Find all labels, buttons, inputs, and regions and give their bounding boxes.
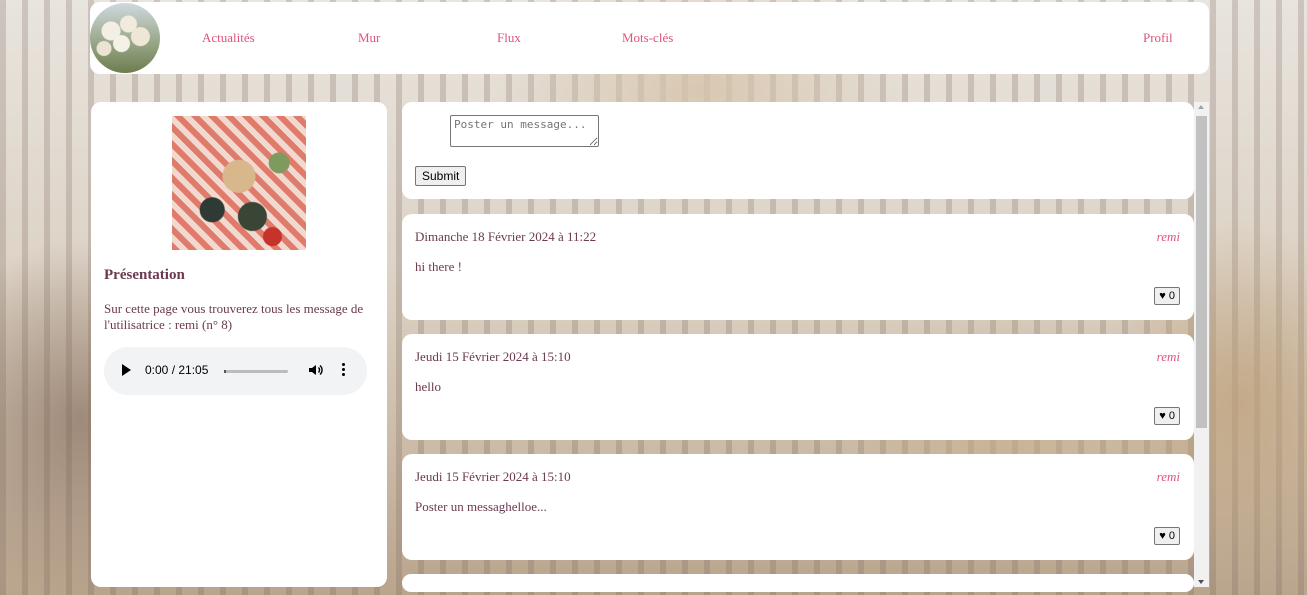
- message-textarea[interactable]: [450, 115, 599, 147]
- scroll-up-arrow-icon[interactable]: [1198, 105, 1204, 109]
- post-card: Jeudi 15 Février 2024 à 15:10 remi Poste…: [402, 454, 1194, 560]
- scroll-down-arrow-icon[interactable]: [1198, 580, 1204, 584]
- nav-link-profil[interactable]: Profil: [1143, 30, 1173, 46]
- nav-link-actualites[interactable]: Actualités: [202, 30, 255, 46]
- like-button[interactable]: ♥ 0: [1154, 527, 1180, 545]
- post-author-link[interactable]: remi: [1157, 349, 1180, 365]
- post-content: hello: [415, 379, 441, 394]
- submit-button[interactable]: Submit: [415, 166, 467, 186]
- presentation-title: Présentation: [104, 267, 185, 283]
- like-button[interactable]: ♥ 0: [1154, 287, 1180, 305]
- audio-progress-fill: [224, 370, 226, 373]
- logo-tulips-image[interactable]: [90, 3, 160, 73]
- post-composer: Submit: [402, 102, 1194, 199]
- user-cover-image: [172, 116, 306, 250]
- nav-link-flux[interactable]: Flux: [497, 30, 521, 46]
- more-options-icon[interactable]: [339, 361, 347, 379]
- post-author-link[interactable]: remi: [1157, 469, 1180, 485]
- post-card: Dimanche 18 Février 2024 à 11:22 remi hi…: [402, 214, 1194, 320]
- scrollbar-thumb[interactable]: [1196, 116, 1207, 428]
- post-content: hi there !: [415, 259, 462, 274]
- post-card-partial: [402, 574, 1194, 592]
- like-button[interactable]: ♥ 0: [1154, 407, 1180, 425]
- nav-link-mots-cles[interactable]: Mots-clés: [622, 30, 673, 46]
- post-card: Jeudi 15 Février 2024 à 15:10 remi hello…: [402, 334, 1194, 440]
- user-sidebar: Présentation Sur cette page vous trouver…: [91, 102, 387, 587]
- post-content: Poster un messaghelloe...: [415, 499, 547, 514]
- nav-link-mur[interactable]: Mur: [358, 30, 380, 46]
- volume-icon[interactable]: [308, 362, 324, 378]
- feed-scrollbar[interactable]: [1194, 102, 1209, 587]
- audio-progress-slider[interactable]: [224, 370, 288, 373]
- presentation-text: Sur cette page vous trouverez tous les m…: [104, 301, 364, 332]
- audio-time: 0:00 / 21:05: [145, 363, 209, 377]
- play-icon[interactable]: [122, 364, 131, 376]
- top-navbar: Actualités Mur Flux Mots-clés Profil: [90, 2, 1209, 74]
- post-date: Dimanche 18 Février 2024 à 11:22: [415, 229, 597, 244]
- audio-player: 0:00 / 21:05: [104, 347, 367, 395]
- post-author-link[interactable]: remi: [1157, 229, 1180, 245]
- post-date: Jeudi 15 Février 2024 à 15:10: [415, 469, 571, 484]
- post-date: Jeudi 15 Février 2024 à 15:10: [415, 349, 571, 364]
